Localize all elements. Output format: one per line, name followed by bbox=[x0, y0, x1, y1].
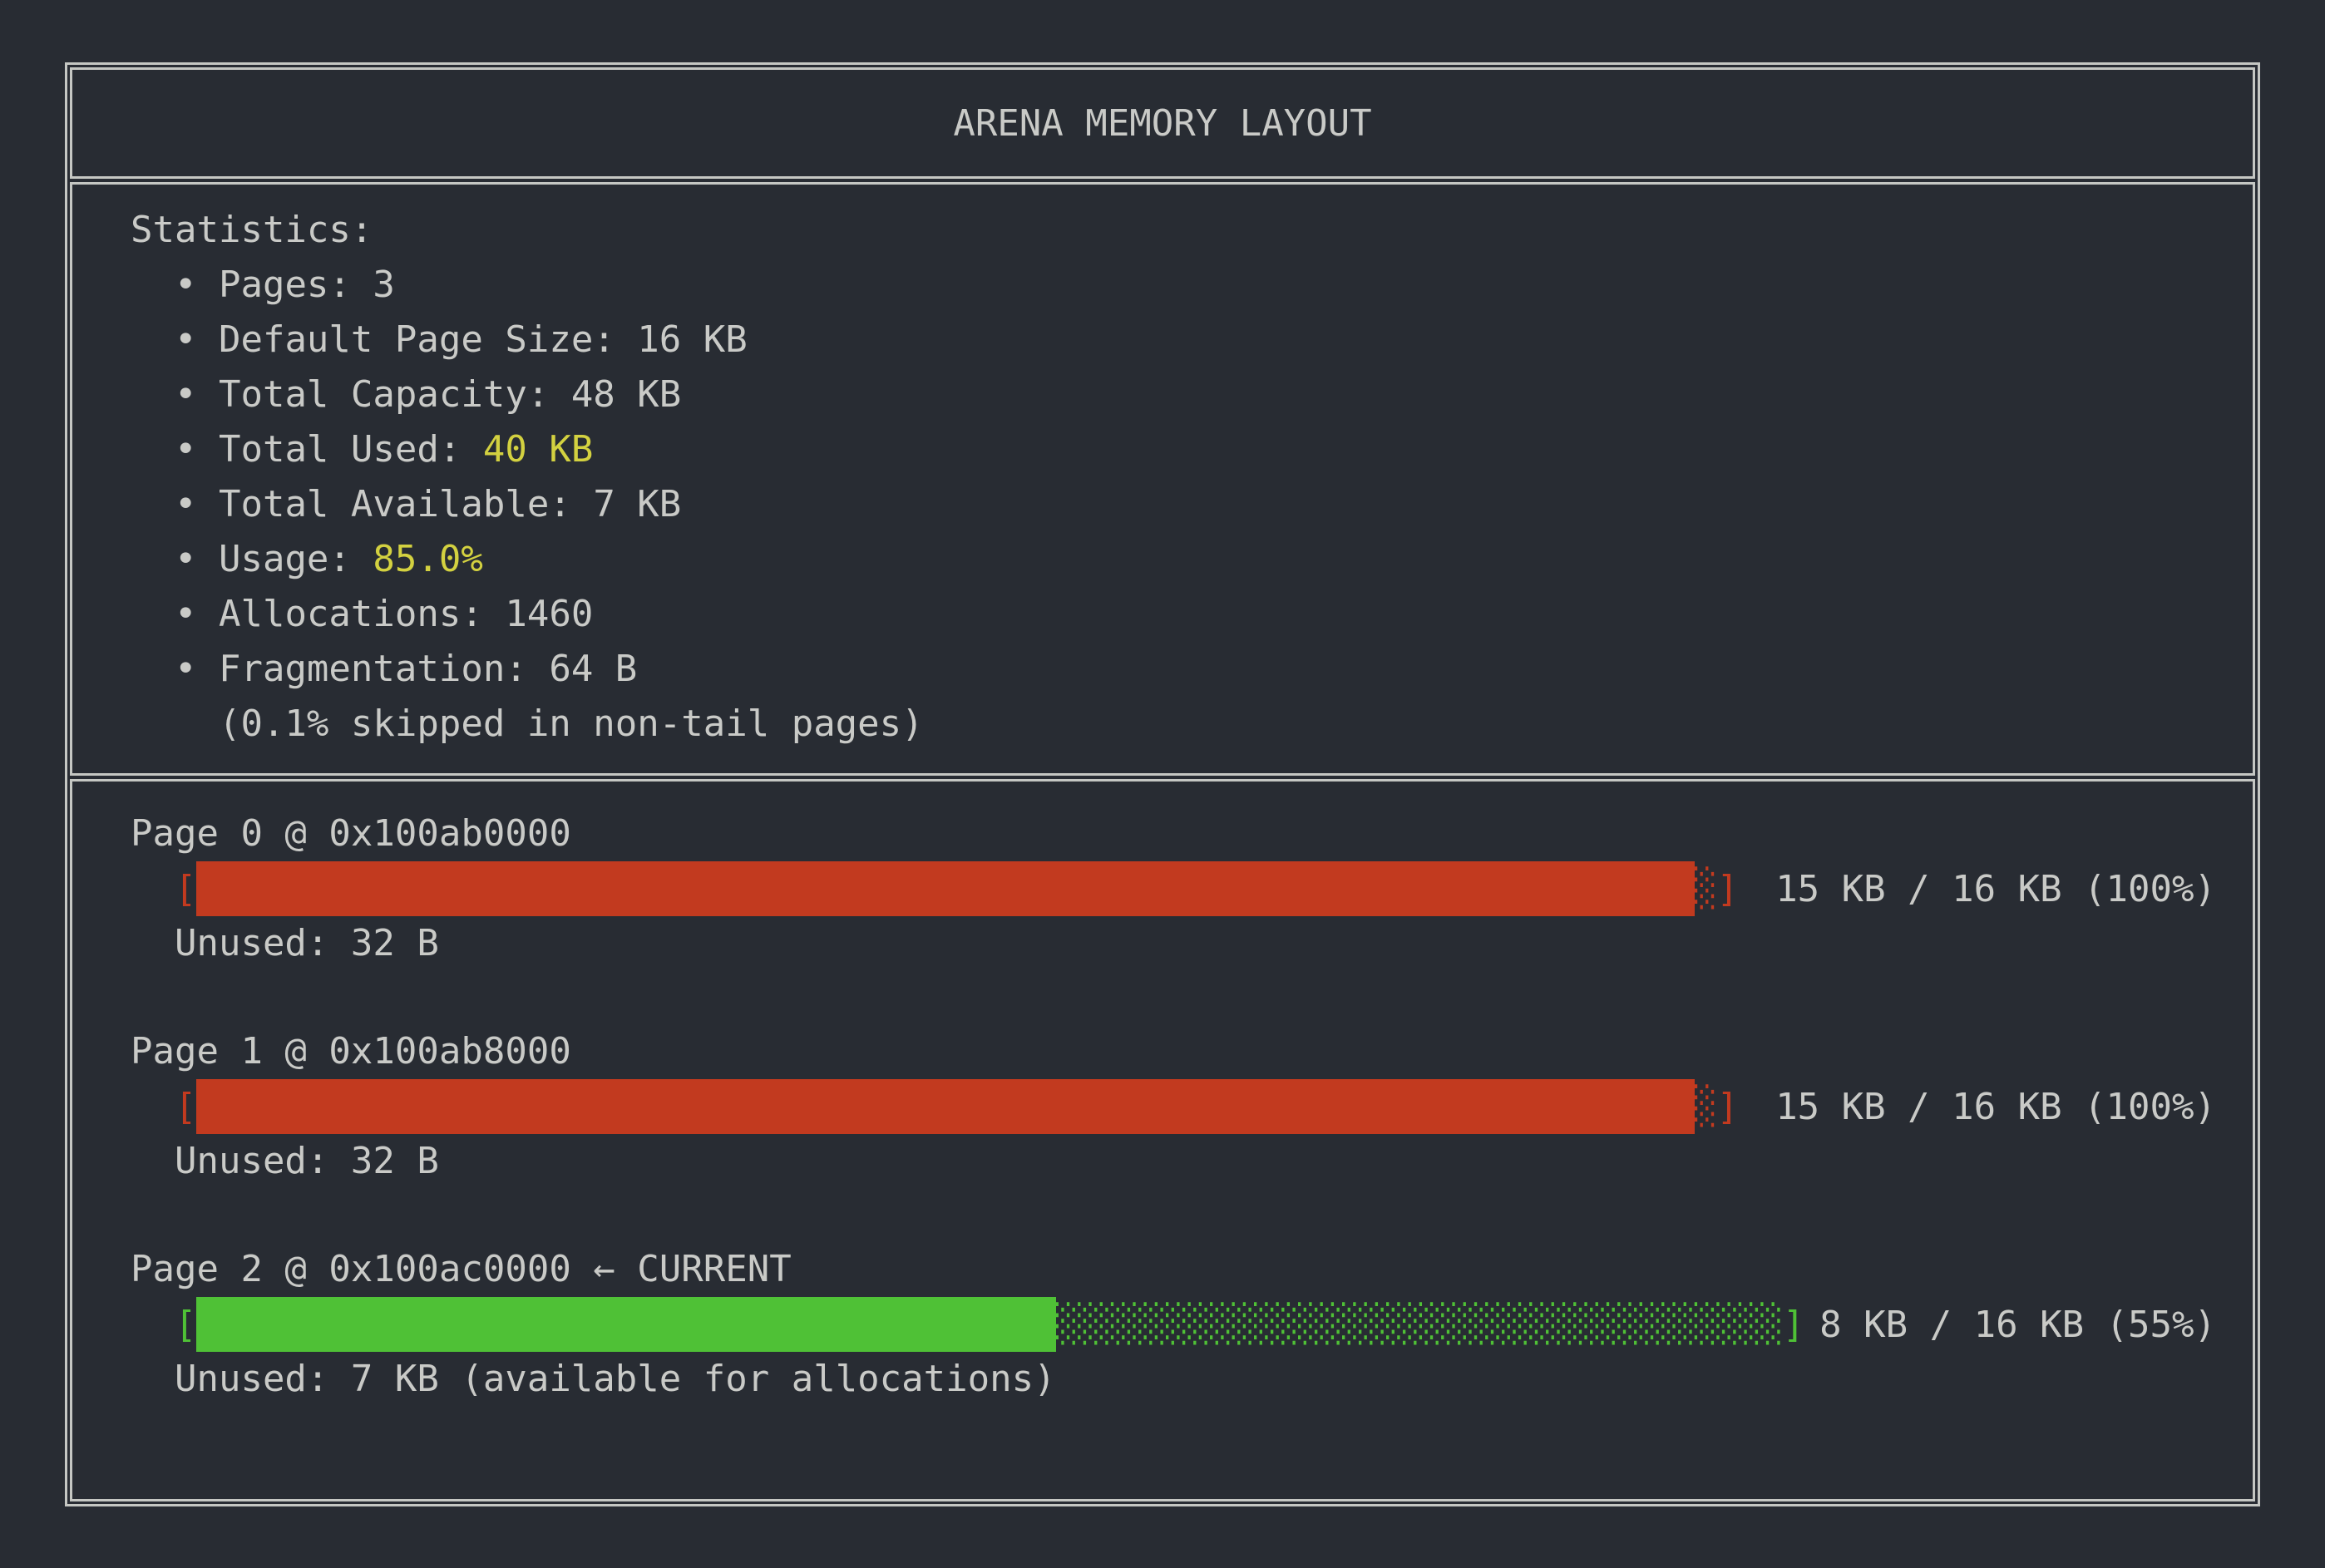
statistics-panel: Statistics: • Pages: 3 • Default Page Si… bbox=[70, 182, 2255, 776]
stat-value: 40 KB bbox=[483, 428, 593, 471]
arena-window: ARENA MEMORY LAYOUT Statistics: • Pages:… bbox=[65, 62, 2260, 1506]
stat-label: Usage: bbox=[219, 538, 373, 580]
stat-item: • Total Available: 7 KB bbox=[131, 477, 2216, 532]
stat-label: Pages: bbox=[219, 264, 373, 306]
bullet-icon: • bbox=[131, 264, 219, 306]
page-usage-bar: [ ░] 15 KB / 16 KB (100%) bbox=[131, 1079, 2216, 1134]
usage-label: 15 KB / 16 KB (100%) bbox=[1775, 1086, 2216, 1128]
stat-item: • Pages: 3 bbox=[131, 258, 2216, 313]
bar-open-bracket: [ bbox=[131, 1086, 196, 1128]
page-header: Page 1 @ 0x100ab8000 bbox=[131, 1024, 2216, 1079]
stat-label: Fragmentation: bbox=[219, 648, 549, 690]
pages-panel: Page 0 @ 0x100ab0000 [ ░] 15 KB / 16 KB (1… bbox=[70, 779, 2255, 1501]
stat-value: 16 KB bbox=[637, 318, 747, 361]
bar-used-segment bbox=[196, 861, 1694, 916]
current-page-marker: ← CURRENT bbox=[571, 1248, 792, 1290]
page-header: Page 2 @ 0x100ac0000 ← CURRENT bbox=[131, 1242, 2216, 1297]
statistics-heading: Statistics: bbox=[131, 203, 2216, 258]
stat-value: 48 KB bbox=[571, 373, 681, 416]
stat-label: Total Capacity: bbox=[219, 373, 571, 416]
page-header: Page 0 @ 0x100ab0000 bbox=[131, 806, 2216, 861]
bullet-icon: • bbox=[131, 648, 219, 690]
stat-value: 7 KB bbox=[593, 483, 681, 525]
stat-label: Total Available: bbox=[219, 483, 593, 525]
bar-free-segment: ░░░░░░░░░░░░░░░░░░░░░░░░░░░░░░░░░ bbox=[1056, 1297, 1783, 1352]
unused-label: Unused: 32 B bbox=[131, 916, 2216, 971]
page-title: ARENA MEMORY LAYOUT bbox=[953, 102, 1371, 145]
bar-used-segment bbox=[196, 1297, 1055, 1352]
stat-item: • Usage: 85.0% bbox=[131, 532, 2216, 587]
bullet-icon: • bbox=[131, 318, 219, 361]
stat-label: Default Page Size: bbox=[219, 318, 637, 361]
bullet-icon: • bbox=[131, 428, 219, 471]
bar-close-bracket: ] bbox=[1716, 1086, 1739, 1128]
stat-item: • Fragmentation: 64 B bbox=[131, 642, 2216, 697]
page-usage-bar: [ ░░░░░░░░░░░░░░░░░░░░░░░░░░░░░░░░░] 8 KB … bbox=[131, 1297, 2216, 1352]
stat-value: 64 B bbox=[549, 648, 637, 690]
unused-label: Unused: 32 B bbox=[131, 1134, 2216, 1189]
bar-free-segment: ░ bbox=[1695, 1079, 1717, 1134]
unused-label: Unused: 7 KB (available for allocations) bbox=[131, 1352, 2216, 1407]
bullet-icon: • bbox=[131, 483, 219, 525]
stat-item: • Total Used: 40 KB bbox=[131, 422, 2216, 477]
bar-close-bracket: ] bbox=[1783, 1304, 1805, 1346]
stat-label: Allocations: bbox=[219, 593, 505, 635]
stat-value: 85.0% bbox=[373, 538, 482, 580]
bar-open-bracket: [ bbox=[131, 1304, 196, 1346]
page-address: Page 1 @ 0x100ab8000 bbox=[131, 1030, 571, 1072]
usage-label: 8 KB / 16 KB (55%) bbox=[1819, 1304, 2216, 1346]
stat-item: • Allocations: 1460 bbox=[131, 587, 2216, 642]
stat-value: 1460 bbox=[505, 593, 593, 635]
stat-value: 3 bbox=[373, 264, 395, 306]
page-block: Page 0 @ 0x100ab0000 [ ░] 15 KB / 16 KB (1… bbox=[131, 806, 2216, 971]
title-bar: ARENA MEMORY LAYOUT bbox=[70, 67, 2255, 179]
fragmentation-footnote: (0.1% skipped in non-tail pages) bbox=[219, 697, 2216, 752]
page-usage-bar: [ ░] 15 KB / 16 KB (100%) bbox=[131, 861, 2216, 916]
statistics-list: • Pages: 3 • Default Page Size: 16 KB • … bbox=[131, 258, 2216, 697]
page-address: Page 0 @ 0x100ab0000 bbox=[131, 812, 571, 855]
bar-open-bracket: [ bbox=[131, 868, 196, 910]
stat-item: • Total Capacity: 48 KB bbox=[131, 367, 2216, 422]
bar-free-segment: ░ bbox=[1695, 861, 1717, 916]
stat-item: • Default Page Size: 16 KB bbox=[131, 313, 2216, 367]
bullet-icon: • bbox=[131, 538, 219, 580]
usage-label: 15 KB / 16 KB (100%) bbox=[1775, 868, 2216, 910]
bar-used-segment bbox=[196, 1079, 1694, 1134]
bullet-icon: • bbox=[131, 373, 219, 416]
page-address: Page 2 @ 0x100ac0000 bbox=[131, 1248, 571, 1290]
stat-label: Total Used: bbox=[219, 428, 483, 471]
bullet-icon: • bbox=[131, 593, 219, 635]
page-block: Page 1 @ 0x100ab8000 [ ░] 15 KB / 16 KB (1… bbox=[131, 1024, 2216, 1189]
bar-close-bracket: ] bbox=[1716, 868, 1739, 910]
page-block: Page 2 @ 0x100ac0000 ← CURRENT [ ░░░░░░░░… bbox=[131, 1242, 2216, 1407]
